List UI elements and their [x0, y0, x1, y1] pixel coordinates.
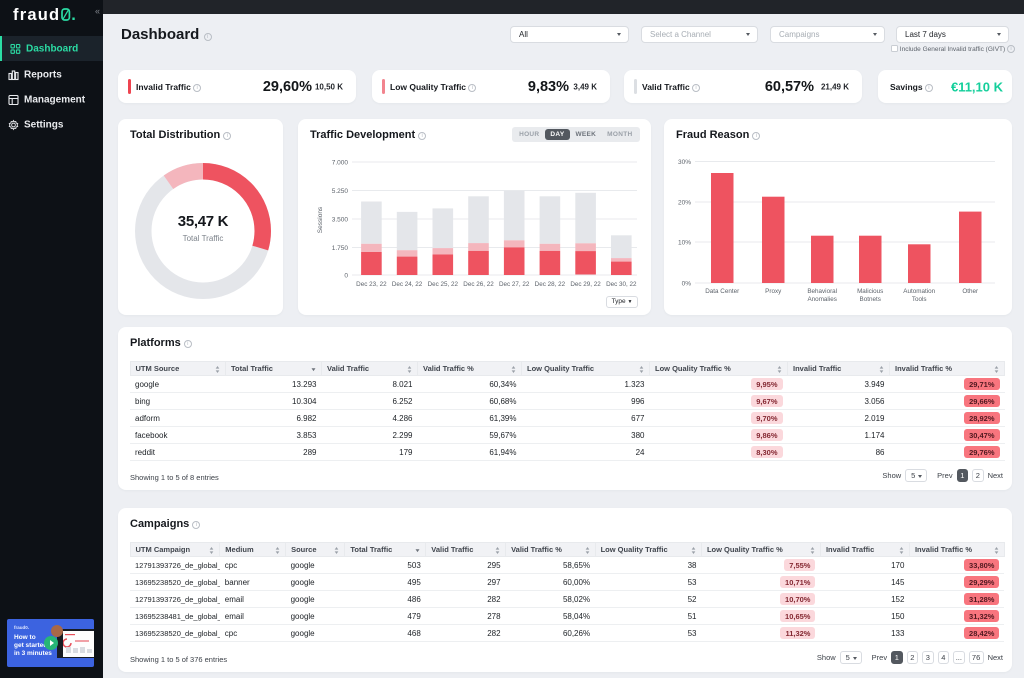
svg-text:Botnets: Botnets	[860, 296, 881, 303]
svg-text:0: 0	[344, 273, 348, 280]
svg-text:Dec 26, 22: Dec 26, 22	[463, 281, 494, 288]
svg-text:Dec 27, 22: Dec 27, 22	[499, 281, 530, 288]
svg-text:Automation: Automation	[903, 288, 935, 295]
svg-text:Tools: Tools	[912, 296, 927, 303]
svg-text:Other: Other	[962, 288, 978, 295]
svg-text:Dec 29, 22: Dec 29, 22	[570, 281, 601, 288]
svg-text:Dec 25, 22: Dec 25, 22	[428, 281, 459, 288]
svg-text:Dec 30, 22: Dec 30, 22	[606, 281, 637, 288]
svg-text:7.000: 7.000	[332, 160, 349, 167]
svg-text:20%: 20%	[678, 200, 691, 207]
svg-text:Total Traffic: Total Traffic	[183, 234, 224, 243]
svg-text:Dec 24, 22: Dec 24, 22	[392, 281, 423, 288]
svg-text:Proxy: Proxy	[765, 288, 782, 295]
svg-text:10%: 10%	[678, 240, 691, 247]
svg-text:Sessions: Sessions	[317, 206, 324, 233]
svg-text:Anomalies: Anomalies	[807, 296, 836, 303]
svg-text:35,47 K: 35,47 K	[178, 213, 229, 230]
svg-text:Malicious: Malicious	[857, 288, 883, 295]
svg-text:5.250: 5.250	[332, 188, 349, 195]
svg-text:Data Center: Data Center	[705, 288, 739, 295]
svg-text:30%: 30%	[678, 159, 691, 166]
svg-text:0%: 0%	[682, 281, 692, 288]
svg-text:Dec 28, 22: Dec 28, 22	[535, 281, 566, 288]
svg-text:3.500: 3.500	[332, 217, 349, 224]
svg-text:Behavioral: Behavioral	[807, 288, 837, 295]
svg-text:Dec 23, 22: Dec 23, 22	[356, 281, 387, 288]
svg-text:1.750: 1.750	[332, 245, 349, 252]
